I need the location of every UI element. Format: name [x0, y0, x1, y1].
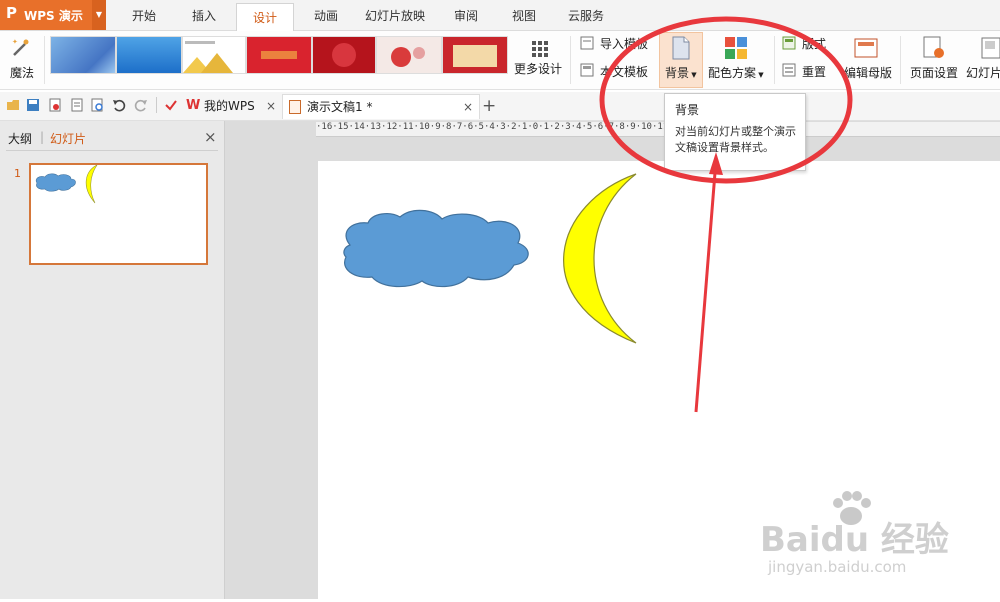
watermark-url: jingyan.baidu.com — [768, 558, 907, 576]
baidu-watermark: Baidu 经验 jingyan.baidu.com — [760, 490, 990, 580]
watermark-brand: Baidu 经验 — [760, 520, 949, 560]
annotation-arrow — [694, 159, 718, 413]
annotation-arrowhead — [709, 152, 723, 175]
annotation-ellipse — [599, 16, 853, 184]
